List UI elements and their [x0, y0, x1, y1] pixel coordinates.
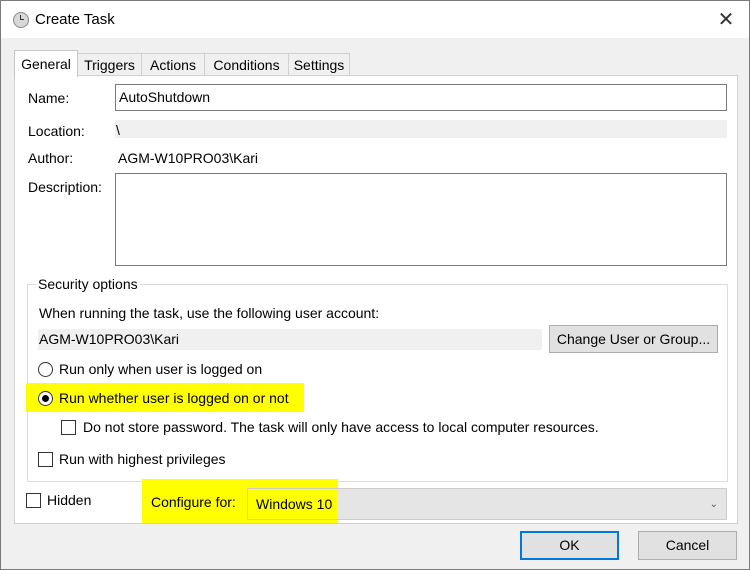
configure-for-value: Windows 10: [256, 496, 333, 512]
checkbox-do-not-store-password[interactable]: [61, 420, 76, 435]
create-task-window: Create Task ✕ General Triggers Actions C…: [0, 0, 750, 570]
user-account-value: AGM-W10PRO03\Kari: [39, 331, 180, 347]
tab-general[interactable]: General: [14, 50, 78, 77]
security-options-title: Security options: [36, 276, 140, 292]
window-title: Create Task: [35, 11, 115, 28]
ok-button[interactable]: OK: [520, 531, 619, 560]
tab-conditions[interactable]: Conditions: [204, 53, 289, 76]
location-field: [115, 120, 727, 138]
change-user-or-group-button[interactable]: Change User or Group...: [549, 325, 718, 353]
location-value: \: [116, 122, 120, 138]
run-whether-logged-on-label[interactable]: Run whether user is logged on or not: [59, 390, 289, 406]
security-options-group: Security options When running the task, …: [26, 276, 728, 482]
configure-for-dropdown[interactable]: Windows 10 ⌄: [247, 488, 727, 520]
account-prompt: When running the task, use the following…: [39, 305, 380, 321]
cancel-button[interactable]: Cancel: [638, 531, 737, 560]
general-tab-panel: Name: AutoShutdown Location: \ Author: A…: [14, 75, 738, 524]
chevron-down-icon: ⌄: [709, 499, 718, 510]
run-highest-privileges-label[interactable]: Run with highest privileges: [59, 451, 226, 467]
tab-settings[interactable]: Settings: [288, 53, 350, 76]
run-only-logged-on-label[interactable]: Run only when user is logged on: [59, 361, 262, 377]
name-input[interactable]: AutoShutdown: [115, 84, 727, 111]
hidden-label[interactable]: Hidden: [47, 492, 91, 508]
tab-triggers[interactable]: Triggers: [77, 53, 142, 76]
close-icon: ✕: [717, 9, 735, 31]
configure-for-label: Configure for:: [151, 494, 236, 510]
author-label: Author:: [28, 150, 74, 166]
title-bar: Create Task ✕: [1, 1, 749, 38]
close-button[interactable]: ✕: [703, 1, 749, 38]
name-label: Name:: [28, 90, 70, 106]
checkbox-run-highest-privileges[interactable]: [38, 452, 53, 467]
radio-run-only-logged-on[interactable]: [38, 362, 53, 377]
radio-run-whether-logged-on[interactable]: [38, 391, 53, 406]
description-label: Description:: [28, 179, 102, 195]
do-not-store-password-label[interactable]: Do not store password. The task will onl…: [83, 419, 599, 435]
task-scheduler-clock-icon: [13, 12, 29, 28]
author-value: AGM-W10PRO03\Kari: [118, 150, 259, 166]
tab-actions[interactable]: Actions: [141, 53, 205, 76]
description-input[interactable]: [115, 173, 727, 266]
checkbox-hidden[interactable]: [26, 493, 41, 508]
location-label: Location:: [28, 123, 85, 139]
